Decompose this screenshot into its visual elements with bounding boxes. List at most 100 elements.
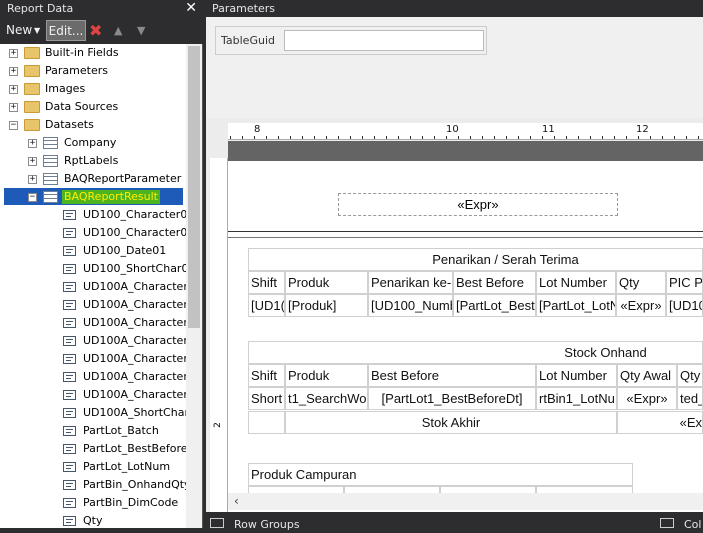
row-groups-label[interactable]: Row Groups bbox=[234, 517, 300, 533]
move-down-icon[interactable]: ▼ bbox=[137, 20, 145, 41]
table2-data-cell[interactable]: t1_SearchWo bbox=[285, 387, 368, 410]
tree-item-field[interactable]: UD100A_Character0 bbox=[0, 332, 186, 350]
table1-header-cell[interactable]: Lot Number bbox=[536, 271, 616, 294]
tree-item-built-in-fields[interactable]: + Built-in Fields bbox=[0, 44, 186, 62]
tree-item-dataset[interactable]: + BAQReportParameter bbox=[0, 170, 186, 188]
table2-header-cell[interactable]: Shift bbox=[248, 364, 285, 387]
table2-footer-cell[interactable] bbox=[248, 411, 285, 434]
tree-item-field[interactable]: PartBin_OnhandQty bbox=[0, 476, 186, 494]
table2-header-cell[interactable]: Qty bbox=[677, 364, 703, 387]
expand-icon[interactable]: + bbox=[9, 103, 18, 112]
table1-data-cell[interactable]: [UD10 bbox=[666, 294, 703, 317]
table1-header-cell[interactable]: Produk bbox=[285, 271, 368, 294]
table2-data-cell[interactable]: [PartLot1_BestBeforeDt] bbox=[368, 387, 536, 410]
collapse-icon[interactable]: − bbox=[9, 121, 18, 130]
table2-data-cell[interactable]: rtBin1_LotNu bbox=[536, 387, 617, 410]
table1-header-cell[interactable]: PIC P bbox=[666, 271, 703, 294]
table2-header-cell[interactable]: Best Before bbox=[368, 364, 536, 387]
tree-item-field[interactable]: UD100A_Character0 bbox=[0, 386, 186, 404]
tree-item-field[interactable]: PartLot_BestBeforeD bbox=[0, 440, 186, 458]
tree-item-field[interactable]: UD100A_Character0 bbox=[0, 278, 186, 296]
tree-item-field[interactable]: UD100_ShortChar01 bbox=[0, 260, 186, 278]
expand-icon[interactable]: + bbox=[28, 175, 37, 184]
tree-item-label: PartLot_LotNum bbox=[83, 460, 171, 473]
tree-item-label: Datasets bbox=[45, 118, 94, 131]
expand-icon[interactable]: + bbox=[28, 157, 37, 166]
column-groups-label[interactable]: Col bbox=[684, 517, 701, 533]
table2-data-cell[interactable]: ted_ bbox=[677, 387, 703, 410]
tree-item-field[interactable]: UD100_Character01 bbox=[0, 206, 186, 224]
table1-data-cell[interactable]: «Expr» bbox=[616, 294, 666, 317]
move-up-icon[interactable]: ▲ bbox=[114, 20, 122, 41]
delete-icon[interactable]: ✖ bbox=[89, 20, 102, 41]
close-icon[interactable]: ✕ bbox=[185, 0, 197, 17]
ruler-number: 10 bbox=[446, 124, 459, 135]
folder-icon bbox=[24, 65, 40, 77]
chevron-down-icon[interactable]: ▼ bbox=[34, 20, 40, 41]
table2-header-cell[interactable]: Qty Awal bbox=[617, 364, 677, 387]
tree-item-field[interactable]: PartLot_LotNum bbox=[0, 458, 186, 476]
ruler-tick bbox=[422, 136, 423, 139]
expand-icon[interactable]: + bbox=[9, 49, 18, 58]
table-guid-input[interactable] bbox=[284, 30, 484, 51]
table1-header-cell[interactable]: Penarikan ke- bbox=[368, 271, 453, 294]
expression-textbox[interactable]: «Expr» bbox=[338, 193, 618, 216]
table1-data-cell[interactable]: [PartLot_LotN bbox=[536, 294, 616, 317]
tree-item-field[interactable]: UD100_Date01 bbox=[0, 242, 186, 260]
tree-item-dataset-selected[interactable]: − BAQReportResult bbox=[0, 188, 186, 206]
tree-item-label: UD100_ShortChar01 bbox=[83, 262, 186, 275]
tree-item-dataset[interactable]: + Company bbox=[0, 134, 186, 152]
table1-data-cell[interactable]: [UD1( bbox=[248, 294, 285, 317]
expand-icon[interactable]: + bbox=[9, 85, 18, 94]
expand-icon[interactable]: + bbox=[9, 67, 18, 76]
tree-item-field[interactable]: PartLot_Batch bbox=[0, 422, 186, 440]
table1-data-cell[interactable]: [Produk] bbox=[285, 294, 368, 317]
tree-item-datasets[interactable]: − Datasets bbox=[0, 116, 186, 134]
field-icon bbox=[63, 210, 76, 220]
designer-area: Parameters TableGuid 8 10 11 12 2 «Expr» Pe… bbox=[204, 0, 703, 531]
tree-item-parameters[interactable]: + Parameters bbox=[0, 62, 186, 80]
tree-scrollbar[interactable] bbox=[186, 44, 202, 528]
table2-data-cell[interactable]: «Expr» bbox=[617, 387, 677, 410]
tree-item-field[interactable]: UD100A_Character0 bbox=[0, 350, 186, 368]
table2-header-cell[interactable]: Lot Number bbox=[536, 364, 617, 387]
tree-item-field[interactable]: UD100A_ShortChar0 bbox=[0, 404, 186, 422]
horizontal-scrollbar[interactable]: ‹ bbox=[228, 493, 703, 510]
new-button[interactable]: New bbox=[6, 20, 32, 41]
table1-header-cell[interactable]: Qty bbox=[616, 271, 666, 294]
table1-header-cell[interactable]: Best Before bbox=[453, 271, 536, 294]
tree-item-field[interactable]: PartBin_DimCode bbox=[0, 494, 186, 512]
tree-item-dataset[interactable]: + RptLabels bbox=[0, 152, 186, 170]
tree-item-field[interactable]: UD100A_Character0 bbox=[0, 314, 186, 332]
table1-header-cell[interactable]: Shift bbox=[248, 271, 285, 294]
edit-button[interactable]: Edit... bbox=[46, 20, 86, 41]
table1-data-cell[interactable]: [UD100_Numb bbox=[368, 294, 453, 317]
scroll-left-icon[interactable]: ‹ bbox=[234, 494, 239, 508]
tree-item-field[interactable]: UD100A_Character0 bbox=[0, 296, 186, 314]
table2-data-cell[interactable]: Short bbox=[248, 387, 285, 410]
ruler-number: 8 bbox=[254, 124, 261, 135]
ruler-tick bbox=[350, 136, 351, 139]
tree-item-images[interactable]: + Images bbox=[0, 80, 186, 98]
tree-item-label: RptLabels bbox=[64, 154, 119, 167]
field-icon bbox=[63, 336, 76, 346]
tree-item-field[interactable]: Qty bbox=[0, 512, 186, 528]
expand-icon[interactable]: + bbox=[28, 139, 37, 148]
tree-item-field[interactable]: UD100_Character02 bbox=[0, 224, 186, 242]
ruler-tick bbox=[482, 136, 483, 139]
collapse-icon[interactable]: − bbox=[28, 193, 37, 202]
table1-data-cell[interactable]: [PartLot_Best bbox=[453, 294, 536, 317]
parameters-title: Parameters bbox=[212, 2, 275, 15]
table3-title[interactable]: Produk Campuran bbox=[248, 463, 633, 486]
scrollbar-thumb[interactable] bbox=[188, 46, 200, 328]
table-icon bbox=[43, 173, 58, 185]
table2-header-cell[interactable]: Produk bbox=[285, 364, 368, 387]
table1-title[interactable]: Penarikan / Serah Terima bbox=[248, 248, 703, 271]
report-data-tree: + Built-in Fields + Parameters + Images … bbox=[0, 44, 186, 528]
tree-item-field[interactable]: UD100A_Character0 bbox=[0, 368, 186, 386]
tree-item-data-sources[interactable]: + Data Sources bbox=[0, 98, 186, 116]
header-separator-2 bbox=[228, 237, 703, 238]
table2-title[interactable]: Stock Onhand bbox=[248, 341, 703, 364]
table2-footer-expr[interactable]: «Ex bbox=[617, 411, 703, 434]
table2-footer-label[interactable]: Stok Akhir bbox=[285, 411, 617, 434]
